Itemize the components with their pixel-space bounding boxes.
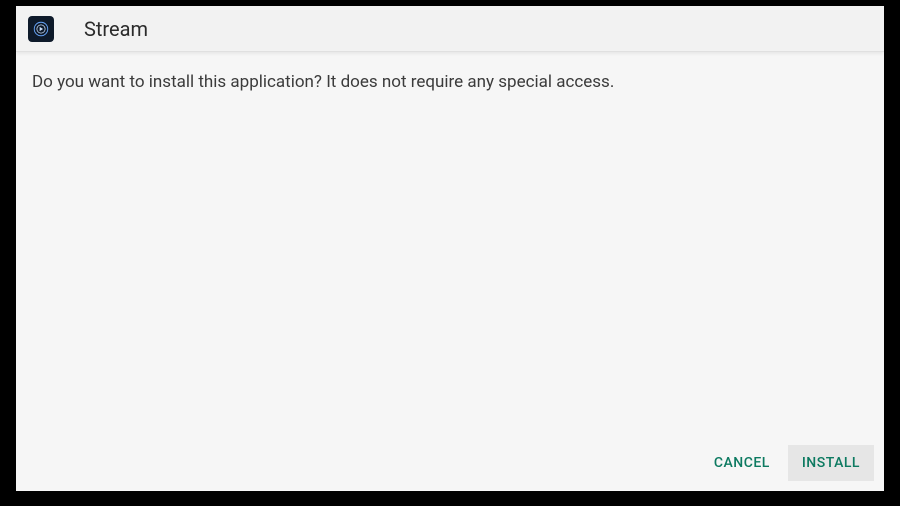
dialog-content: Do you want to install this application?… (16, 52, 884, 437)
play-circle-icon (32, 20, 50, 38)
install-dialog: Stream Do you want to install this appli… (16, 6, 884, 491)
stream-app-icon (28, 16, 54, 42)
dialog-footer: CANCEL INSTALL (16, 437, 884, 491)
app-title: Stream (84, 17, 148, 41)
cancel-button[interactable]: CANCEL (700, 445, 784, 481)
install-button[interactable]: INSTALL (788, 445, 874, 481)
dialog-header: Stream (16, 6, 884, 52)
install-message: Do you want to install this application?… (32, 72, 868, 92)
